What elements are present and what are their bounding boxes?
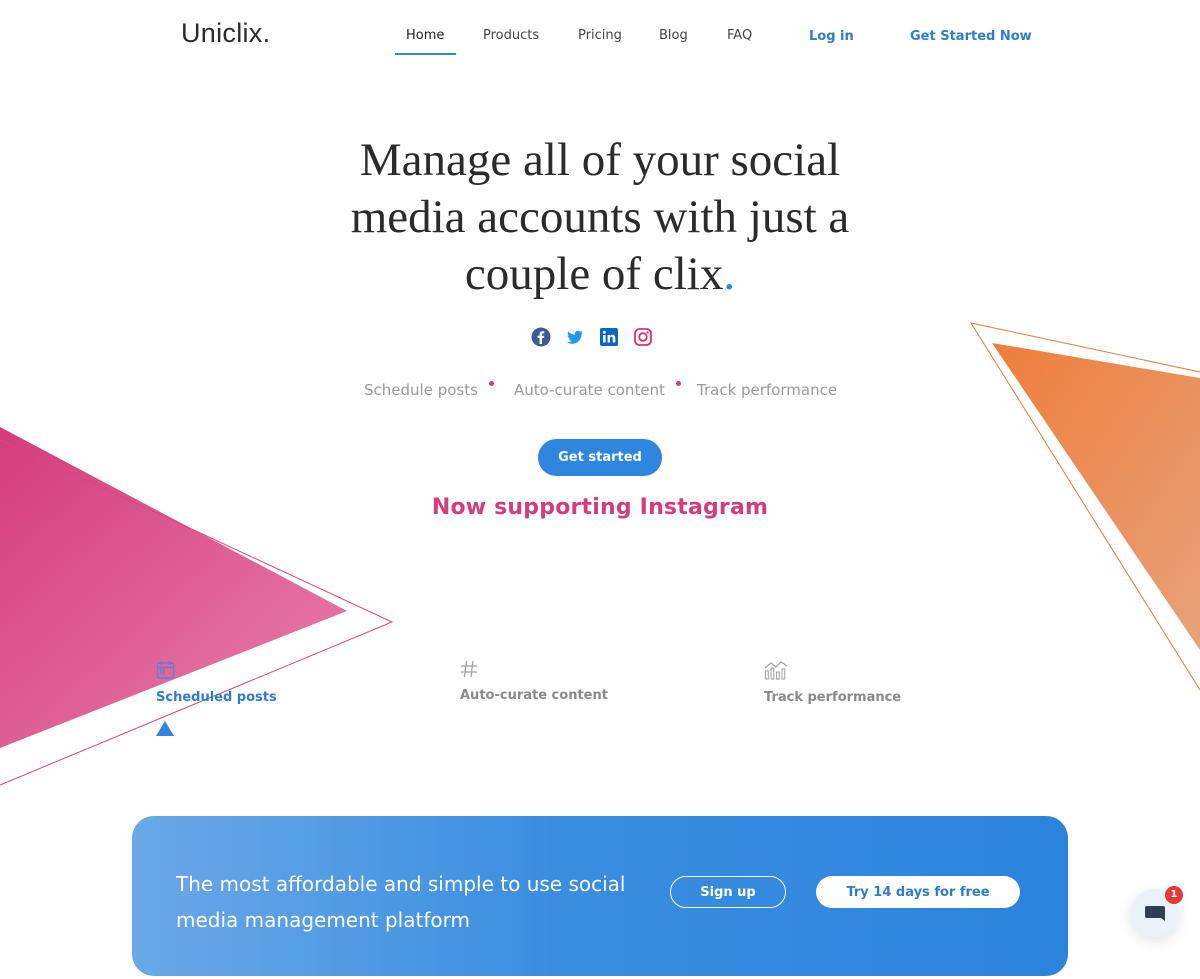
tab-label: Auto-curate content (460, 688, 608, 703)
feature-item: Schedule posts (364, 381, 478, 399)
facebook-icon[interactable] (530, 326, 552, 348)
get-started-now-link[interactable]: Get Started Now (910, 29, 1032, 44)
free-trial-button[interactable]: Try 14 days for free (816, 876, 1020, 908)
notification-badge: 1 (1165, 886, 1183, 904)
calendar-icon (156, 661, 175, 679)
hero-title-line: media accounts with just a (350, 191, 850, 243)
social-icons (528, 326, 668, 348)
sign-up-button[interactable]: Sign up (670, 876, 786, 908)
tab-label: Track performance (764, 690, 902, 705)
linkedin-icon[interactable] (598, 326, 620, 348)
announcement-text: Now supporting Instagram (431, 495, 769, 520)
get-started-button[interactable]: Get started (538, 439, 662, 476)
nav-home[interactable]: Home (406, 28, 444, 43)
tab-scheduled-posts[interactable]: Scheduled posts (156, 660, 286, 708)
hero-title-line-text: couple of clix (464, 248, 724, 300)
chart-icon (764, 661, 788, 680)
feature-item: Track performance (697, 381, 838, 399)
tab-auto-curate-content[interactable]: Auto-curate content (460, 660, 608, 706)
instagram-icon[interactable] (632, 326, 654, 348)
hero-title-line: Manage all of your social (359, 134, 841, 186)
feature-item: Auto-curate content (514, 381, 665, 399)
cta-banner: The most affordable and simple to use so… (132, 816, 1068, 976)
bullet-dot (489, 381, 494, 386)
twitter-icon[interactable] (564, 326, 586, 348)
hashtag-icon (461, 660, 477, 678)
hero-title: Manage all of your social media accounts… (300, 132, 900, 303)
banner-text: The most affordable and simple to use so… (176, 872, 626, 932)
tab-track-performance[interactable]: Track performance (764, 660, 901, 708)
nav-pricing[interactable]: Pricing (578, 28, 622, 43)
tab-label: Scheduled posts (156, 690, 277, 705)
nav-faq[interactable]: FAQ (727, 28, 752, 43)
nav-products[interactable]: Products (483, 28, 539, 43)
active-nav-indicator (395, 53, 456, 55)
features-summary: Schedule posts Auto-curate content Track… (0, 381, 1200, 401)
nav-blog[interactable]: Blog (659, 28, 688, 43)
brand-logo[interactable]: Uniclix. (181, 18, 270, 49)
hero-title-line: couple of clix. (300, 246, 900, 303)
bullet-dot (676, 381, 681, 386)
login-link[interactable]: Log in (809, 29, 854, 44)
hero-title-period: . (723, 248, 736, 300)
active-tab-indicator (156, 721, 174, 736)
